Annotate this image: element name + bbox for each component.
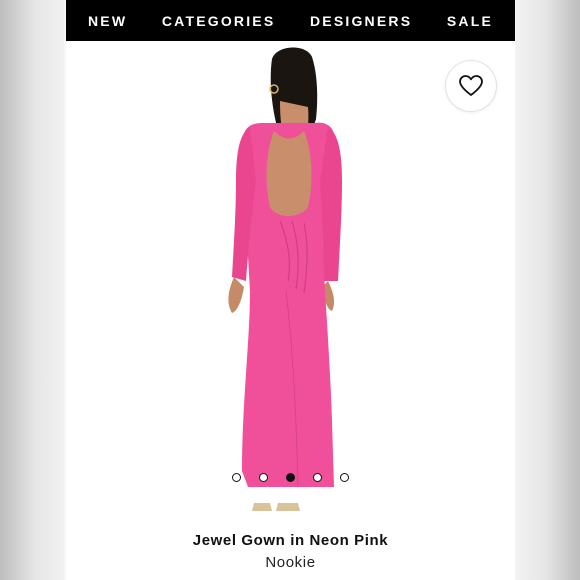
pagination-dot-3[interactable] <box>286 473 295 482</box>
image-pagination <box>66 473 515 485</box>
wishlist-button[interactable] <box>446 61 496 111</box>
heart-outline-icon <box>459 75 483 96</box>
nav-categories[interactable]: CATEGORIES <box>162 13 276 29</box>
product-brand[interactable]: Nookie <box>66 554 515 571</box>
nav-new[interactable]: NEW <box>88 13 127 29</box>
model-shoes <box>252 503 300 511</box>
dress-open-back <box>266 131 312 216</box>
product-image[interactable] <box>66 41 515 521</box>
pagination-dot-1[interactable] <box>232 473 241 482</box>
top-navigation: NEW CATEGORIES DESIGNERS SALE <box>66 0 515 41</box>
app-screen: NEW CATEGORIES DESIGNERS SALE Jewel Gown… <box>66 0 515 580</box>
model-left-hand <box>228 277 244 313</box>
pagination-dot-2[interactable] <box>259 473 268 482</box>
nav-designers[interactable]: DESIGNERS <box>310 13 412 29</box>
product-title: Jewel Gown in Neon Pink <box>192 532 389 549</box>
pagination-dot-5[interactable] <box>340 473 349 482</box>
pagination-dot-4[interactable] <box>313 473 322 482</box>
nav-sale[interactable]: SALE <box>447 13 493 29</box>
